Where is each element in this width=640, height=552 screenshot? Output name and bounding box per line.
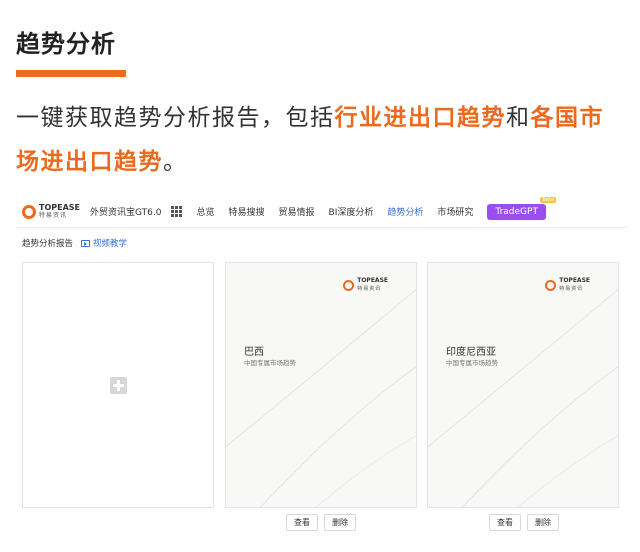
video-icon[interactable] <box>81 239 91 247</box>
beta-badge: Beta <box>540 196 556 203</box>
nav-market-research[interactable]: 市场研究 <box>437 205 473 218</box>
grid-icon[interactable] <box>171 206 183 217</box>
breadcrumb: 趋势分析报告 视频教学 <box>22 237 127 249</box>
nav-bi-analysis[interactable]: BI深度分析 <box>329 205 374 218</box>
title-underline <box>16 70 126 77</box>
intro-text-2: 和 <box>506 105 531 131</box>
plus-icon[interactable] <box>110 377 127 394</box>
top-navbar: TOPEASE 特易资讯 外贸资讯宝GT6.0 总览 特易搜搜 贸易情报 BI深… <box>16 196 628 228</box>
logo-text-en: TOPEASE <box>39 202 81 212</box>
report-subtitle: 中国专属市场趋势 <box>446 359 498 367</box>
nav-search[interactable]: 特易搜搜 <box>229 205 265 218</box>
nav-trade-intel[interactable]: 贸易情报 <box>279 205 315 218</box>
logo-ring-icon <box>343 279 355 291</box>
card-logo: TOPEASE 特易资讯 <box>545 277 590 293</box>
breadcrumb-title: 趋势分析报告 <box>22 239 74 249</box>
report-actions: 查看 删除 <box>286 514 356 531</box>
section-title: 趋势分析 <box>16 30 116 58</box>
logo-ring-icon <box>22 204 36 219</box>
product-name: 外贸资讯宝GT6.0 <box>90 208 162 218</box>
report-actions: 查看 删除 <box>489 514 559 531</box>
nav-trend-analysis[interactable]: 趋势分析 <box>387 205 423 218</box>
intro-paragraph: 一键获取趋势分析报告，包括行业进出口趋势和各国市场进出口趋势。 <box>16 96 628 184</box>
add-report-card[interactable] <box>22 262 214 508</box>
tradegpt-label: TradeGPT <box>495 206 538 217</box>
delete-button[interactable]: 删除 <box>527 514 559 531</box>
report-subtitle: 中国专属市场趋势 <box>244 359 296 367</box>
intro-text-3: 。 <box>163 149 188 175</box>
report-country: 印度尼西亚 <box>446 347 496 358</box>
delete-button[interactable]: 删除 <box>324 514 356 531</box>
logo-ring-icon <box>545 279 557 291</box>
intro-highlight-1: 行业进出口趋势 <box>334 105 506 131</box>
report-card[interactable]: TOPEASE 特易资讯 印度尼西亚 中国专属市场趋势 <box>427 262 619 508</box>
view-button[interactable]: 查看 <box>286 514 318 531</box>
report-country: 巴西 <box>244 347 264 358</box>
app-screenshot: TOPEASE 特易资讯 外贸资讯宝GT6.0 总览 特易搜搜 贸易情报 BI深… <box>16 196 628 546</box>
report-card[interactable]: TOPEASE 特易资讯 巴西 中国专属市场趋势 <box>225 262 417 508</box>
card-logo: TOPEASE 特易资讯 <box>343 277 388 293</box>
card-background-pattern <box>226 288 416 507</box>
intro-text-1: 一键获取趋势分析报告，包括 <box>16 105 335 131</box>
logo-text-cn: 特易资讯 <box>39 211 68 219</box>
tradegpt-button[interactable]: TradeGPT Beta <box>487 196 556 220</box>
brand-logo[interactable]: TOPEASE 特易资讯 <box>22 202 81 220</box>
video-tutorial-link[interactable]: 视频教学 <box>93 237 127 249</box>
nav-overview[interactable]: 总览 <box>196 205 214 218</box>
card-background-pattern <box>428 288 618 507</box>
view-button[interactable]: 查看 <box>489 514 521 531</box>
